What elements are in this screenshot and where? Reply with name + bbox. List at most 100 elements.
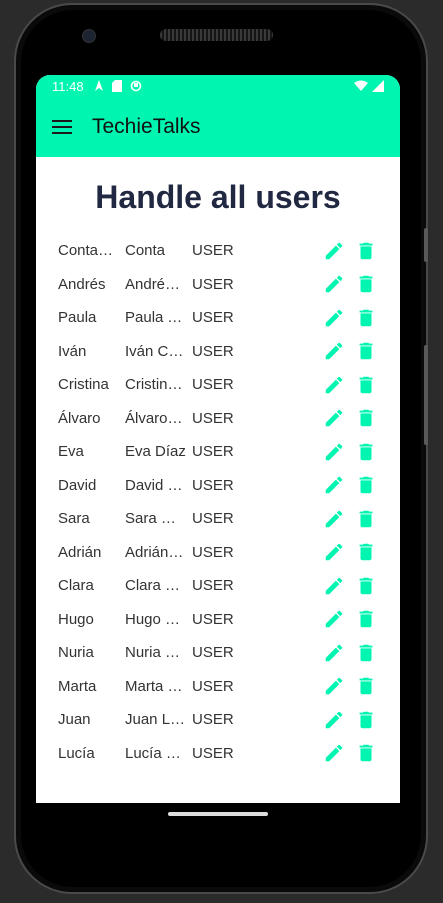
user-name: Marta G… <box>125 677 187 695</box>
pencil-edit-icon[interactable] <box>322 306 346 330</box>
pencil-edit-icon[interactable] <box>322 574 346 598</box>
user-role: USER <box>192 409 234 427</box>
user-role: USER <box>192 744 234 762</box>
user-role: USER <box>192 376 234 394</box>
signal-icon <box>372 80 384 92</box>
app-title: TechieTalks <box>92 115 201 138</box>
trash-delete-icon[interactable] <box>354 373 378 397</box>
pencil-edit-icon[interactable] <box>322 406 346 430</box>
table-row: Paula Paula T… USER <box>36 301 400 335</box>
table-row: David David S… USER <box>36 469 400 503</box>
table-row: Lucía Lucía P… USER <box>36 737 400 771</box>
table-row: Clara Clara Ji… USER <box>36 569 400 603</box>
navigation-icon <box>94 80 103 91</box>
trash-delete-icon[interactable] <box>354 406 378 430</box>
user-name: Hugo F… <box>125 610 187 628</box>
table-row: Juan Juan Ló… USER <box>36 703 400 737</box>
trash-delete-icon[interactable] <box>354 507 378 531</box>
user-list: ContaP… Conta USER AndrésAndrés…USER Paula Pa… <box>36 234 400 770</box>
table-row: ContaP… Conta USER <box>36 234 400 268</box>
wifi-icon <box>354 80 368 91</box>
user-username: Sara <box>58 510 90 528</box>
status-bar: 11:48 <box>36 75 400 97</box>
user-role: USER <box>192 711 234 729</box>
user-name: Adrián… <box>125 543 184 561</box>
power-button <box>424 228 428 262</box>
pencil-edit-icon[interactable] <box>322 440 346 464</box>
trash-delete-icon[interactable] <box>354 239 378 263</box>
user-username: Paula <box>58 309 97 327</box>
pencil-edit-icon[interactable] <box>322 507 346 531</box>
user-name: Conta <box>125 242 166 260</box>
user-username: Cristina <box>58 376 109 394</box>
trash-delete-icon[interactable] <box>354 674 378 698</box>
table-row: Nuria Nuria H… USER <box>36 636 400 670</box>
user-username: David <box>58 476 97 494</box>
user-username: Álvaro <box>58 409 101 427</box>
user-username: Clara <box>58 577 94 595</box>
status-time: 11:48 <box>52 78 84 94</box>
user-name: Sara Gó… <box>125 510 187 528</box>
user-role: USER <box>192 476 234 494</box>
trash-delete-icon[interactable] <box>354 306 378 330</box>
user-name: Álvaro… <box>125 409 183 427</box>
user-username: Lucía <box>58 744 95 762</box>
table-row: Sara Sara Gó… USER <box>36 502 400 536</box>
user-username: Hugo <box>58 610 94 628</box>
table-row: Andrés Andrés… USER <box>36 268 400 302</box>
pencil-edit-icon[interactable] <box>322 674 346 698</box>
table-row: Adrián Adrián… USER <box>36 536 400 570</box>
trash-delete-icon[interactable] <box>354 339 378 363</box>
pencil-edit-icon[interactable] <box>322 239 346 263</box>
user-name: Cristina… <box>125 376 187 394</box>
user-role: USER <box>192 577 234 595</box>
user-username: ContaP… <box>58 242 116 260</box>
pencil-edit-icon[interactable] <box>322 272 346 296</box>
user-name: Lucía P… <box>125 744 187 762</box>
pencil-edit-icon[interactable] <box>322 641 346 665</box>
user-username: Andrés <box>58 275 106 293</box>
user-role: USER <box>192 242 234 260</box>
trash-delete-icon[interactable] <box>354 741 378 765</box>
table-row: Cristina Cristina… USER <box>36 368 400 402</box>
pencil-edit-icon[interactable] <box>322 741 346 765</box>
user-username: Adrián <box>58 543 102 561</box>
page-title: Handle all users <box>95 179 341 215</box>
hamburger-menu-icon[interactable] <box>52 120 72 134</box>
pencil-edit-icon[interactable] <box>322 708 346 732</box>
pencil-edit-icon[interactable] <box>322 339 346 363</box>
user-name: Juan Ló… <box>125 711 187 729</box>
user-role: USER <box>192 677 234 695</box>
table-row: Iván Iván Ca… USER <box>36 335 400 369</box>
user-role: USER <box>192 443 234 461</box>
user-username: Juan <box>58 711 91 729</box>
user-name: Eva Díaz <box>125 443 186 461</box>
trash-delete-icon[interactable] <box>354 574 378 598</box>
app-bar: TechieTalks <box>36 97 400 157</box>
trash-delete-icon[interactable] <box>354 440 378 464</box>
pencil-edit-icon[interactable] <box>322 607 346 631</box>
home-indicator[interactable] <box>168 812 268 816</box>
table-row: Marta Marta G… USER <box>36 670 400 704</box>
trash-delete-icon[interactable] <box>354 641 378 665</box>
user-name: Nuria H… <box>125 644 187 662</box>
pencil-edit-icon[interactable] <box>322 540 346 564</box>
trash-delete-icon[interactable] <box>354 272 378 296</box>
trash-delete-icon[interactable] <box>354 540 378 564</box>
user-name: Clara Ji… <box>125 577 187 595</box>
table-row: Álvaro Álvaro… USER <box>36 402 400 436</box>
user-name: Paula T… <box>125 309 187 327</box>
user-role: USER <box>192 342 234 360</box>
pencil-edit-icon[interactable] <box>322 473 346 497</box>
pencil-edit-icon[interactable] <box>322 373 346 397</box>
user-username: Eva <box>58 443 84 461</box>
sync-icon <box>130 80 141 92</box>
user-role: USER <box>192 644 234 662</box>
trash-delete-icon[interactable] <box>354 607 378 631</box>
user-username: Marta <box>58 677 97 695</box>
user-name: David S… <box>125 476 187 494</box>
trash-delete-icon[interactable] <box>354 708 378 732</box>
trash-delete-icon[interactable] <box>354 473 378 497</box>
app-screen: 11:48 TechieTalks Handle all users Conta… <box>36 75 400 803</box>
user-username: Iván <box>58 342 87 360</box>
